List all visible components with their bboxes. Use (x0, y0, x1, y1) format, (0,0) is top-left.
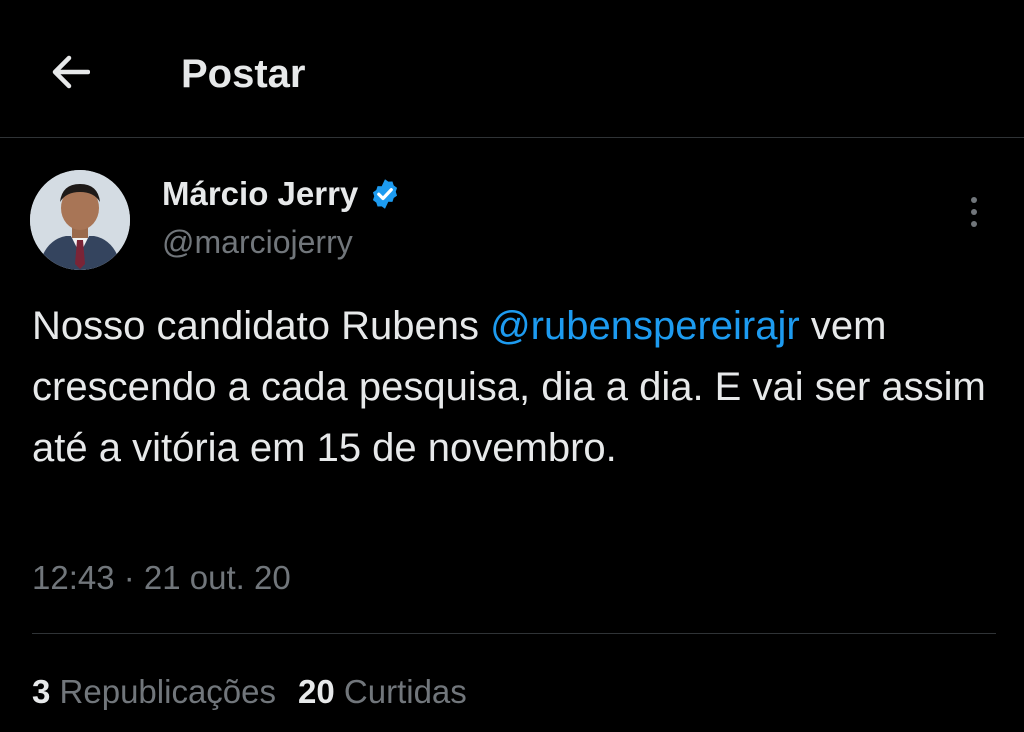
likes-label: Curtidas (343, 673, 467, 710)
divider (32, 633, 996, 634)
engagement-stats: 3 Republicações 20 Curtidas (32, 670, 467, 714)
reposts-stat[interactable]: 3 Republicações (32, 673, 276, 710)
post-text: Nosso candidato Rubens @rubenspereirajr … (32, 296, 992, 479)
author-handle[interactable]: @marciojerry (162, 222, 353, 262)
more-options-button[interactable] (950, 188, 998, 236)
verified-badge-icon (373, 179, 398, 209)
author-photo (30, 170, 130, 270)
post-text-start: Nosso candidato Rubens (32, 304, 491, 348)
reposts-count: 3 (32, 673, 51, 710)
author-name-text: Márcio Jerry (162, 175, 359, 212)
back-button[interactable] (38, 44, 102, 100)
likes-stat[interactable]: 20 Curtidas (298, 673, 467, 710)
post-timestamp[interactable]: 12:43 · 21 out. 20 (32, 556, 291, 600)
top-bar: Postar (0, 0, 1024, 138)
likes-count: 20 (298, 673, 335, 710)
reposts-label: Republicações (59, 673, 276, 710)
avatar[interactable] (30, 170, 130, 270)
more-vertical-icon (971, 197, 977, 227)
mention-link[interactable]: @rubenspereirajr (490, 304, 800, 348)
page-title: Postar (181, 52, 306, 96)
author-name[interactable]: Márcio Jerry (162, 174, 402, 214)
arrow-left-icon (52, 55, 90, 89)
